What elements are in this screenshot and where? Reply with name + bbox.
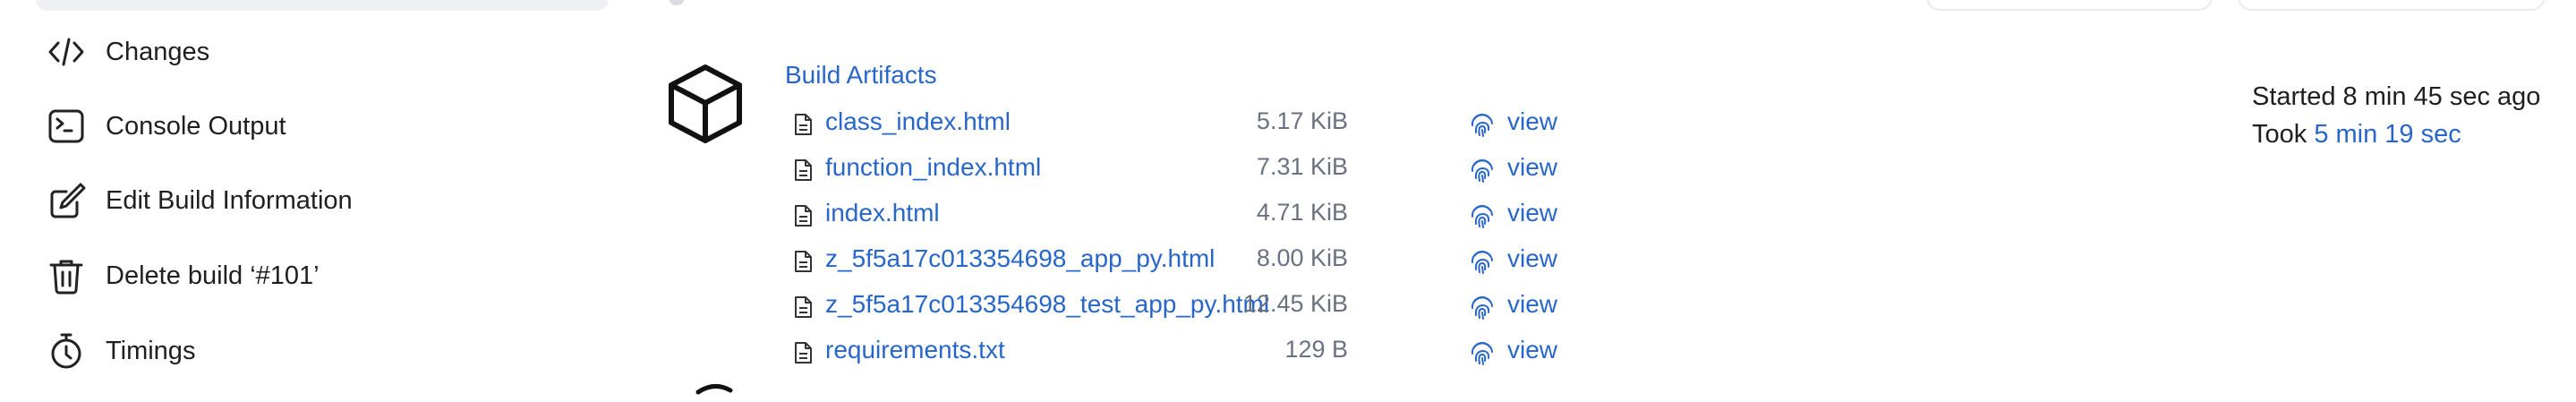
- artifact-file-size: 8.00 KiB: [1256, 244, 1348, 271]
- build-took-text: Took 5 min 19 sec: [2252, 120, 2461, 150]
- file-icon: [793, 250, 813, 273]
- sidebar-item-label: Edit Build Information: [106, 185, 353, 215]
- file-icon: [793, 113, 813, 136]
- file-icon: [793, 341, 813, 364]
- file-icon: [793, 204, 813, 227]
- partial-icon-bottom: [695, 380, 734, 398]
- build-duration-link[interactable]: 5 min 19 sec: [2314, 120, 2461, 149]
- artifact-file-link[interactable]: index.html: [825, 199, 940, 227]
- took-label: Took: [2252, 120, 2307, 149]
- sidebar-item-label: Delete build ‘#101’: [106, 261, 320, 290]
- view-fingerprint-link[interactable]: view: [1507, 244, 1557, 273]
- fingerprint-icon[interactable]: [1470, 248, 1495, 275]
- fingerprint-icon[interactable]: [1470, 202, 1495, 229]
- sidebar-item-label: Changes: [106, 37, 210, 66]
- partial-icon-top: [670, 0, 684, 5]
- artifact-file-size: 129 B: [1284, 336, 1348, 363]
- trash-icon: [45, 254, 88, 297]
- stopwatch-icon: [45, 329, 88, 372]
- sidebar-item-label: Timings: [106, 336, 196, 365]
- package-icon: [666, 63, 745, 145]
- fingerprint-icon[interactable]: [1470, 294, 1495, 321]
- edit-icon: [45, 179, 88, 222]
- artifact-row: function_index.html 7.31 KiB view: [793, 151, 1599, 187]
- terminal-icon: [45, 105, 88, 148]
- artifact-row: index.html 4.71 KiB view: [793, 197, 1599, 233]
- sidebar-item-label: Console Output: [106, 111, 286, 141]
- sidebar-active-item-highlight[interactable]: [36, 0, 609, 11]
- view-fingerprint-link[interactable]: view: [1507, 107, 1557, 136]
- artifact-file-link[interactable]: requirements.txt: [825, 336, 1005, 364]
- artifact-row: requirements.txt 129 B view: [793, 334, 1599, 370]
- sidebar-item-console-output[interactable]: Console Output: [45, 99, 286, 153]
- artifact-file-size: 7.31 KiB: [1256, 153, 1348, 180]
- artifact-row: z_5f5a17c013354698_app_py.html 8.00 KiB vi…: [793, 243, 1599, 278]
- view-fingerprint-link[interactable]: view: [1507, 199, 1557, 227]
- view-fingerprint-link[interactable]: view: [1507, 153, 1557, 182]
- file-icon: [793, 295, 813, 319]
- build-started-text: Started 8 min 45 sec ago: [2252, 82, 2541, 111]
- top-button-partial-2[interactable]: [2238, 0, 2546, 11]
- artifact-file-link[interactable]: z_5f5a17c013354698_test_app_py.html: [825, 290, 1269, 319]
- fingerprint-icon[interactable]: [1470, 339, 1495, 366]
- fingerprint-icon[interactable]: [1470, 111, 1495, 138]
- artifact-file-link[interactable]: function_index.html: [825, 153, 1041, 182]
- code-icon: [45, 30, 88, 73]
- artifact-row: class_index.html 5.17 KiB view: [793, 106, 1599, 141]
- view-fingerprint-link[interactable]: view: [1507, 336, 1557, 364]
- artifact-row: z_5f5a17c013354698_test_app_py.html 12.45…: [793, 288, 1599, 324]
- artifact-file-size: 4.71 KiB: [1256, 199, 1348, 226]
- sidebar-item-edit-build-information[interactable]: Edit Build Information: [45, 174, 353, 227]
- view-fingerprint-link[interactable]: view: [1507, 290, 1557, 319]
- fingerprint-icon[interactable]: [1470, 157, 1495, 184]
- sidebar-item-changes[interactable]: Changes: [45, 25, 209, 79]
- file-icon: [793, 158, 813, 182]
- top-button-partial[interactable]: [1926, 0, 2213, 11]
- artifact-file-link[interactable]: class_index.html: [825, 107, 1011, 136]
- build-artifacts-link[interactable]: Build Artifacts: [785, 61, 937, 90]
- artifact-file-size: 12.45 KiB: [1242, 290, 1348, 317]
- sidebar-item-timings[interactable]: Timings: [45, 324, 195, 378]
- sidebar-item-delete-build[interactable]: Delete build ‘#101’: [45, 249, 320, 303]
- artifact-file-link[interactable]: z_5f5a17c013354698_app_py.html: [825, 244, 1215, 273]
- artifact-file-size: 5.17 KiB: [1256, 107, 1348, 134]
